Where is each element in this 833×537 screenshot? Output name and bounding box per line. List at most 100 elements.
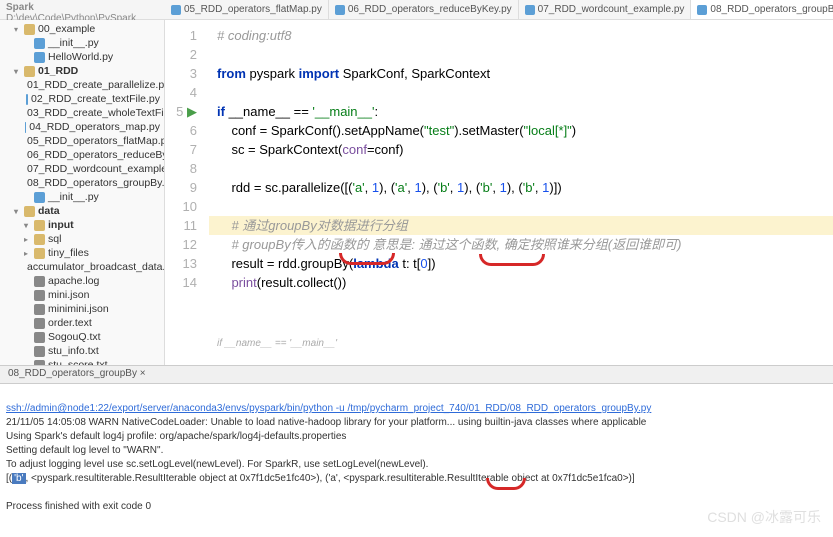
tab-08[interactable]: 08_RDD_operators_groupBy.py <box>691 0 833 19</box>
txt-icon <box>34 360 45 366</box>
tab-label: 08_RDD_operators_groupBy.py <box>710 4 833 15</box>
project-name: Spark <box>6 2 34 13</box>
tree-node[interactable]: stu_score.txt <box>0 358 164 365</box>
code-line: # coding:utf8 <box>217 28 291 43</box>
py-icon <box>26 94 28 105</box>
folder-icon <box>24 66 35 77</box>
tree-node[interactable]: SogouQ.txt <box>0 330 164 344</box>
tree-label: apache.log <box>48 275 99 287</box>
tree-node[interactable]: stu_info.txt <box>0 344 164 358</box>
python-icon <box>525 5 535 15</box>
tree-node[interactable]: ▸tiny_files <box>0 246 164 260</box>
tree-node[interactable]: 06_RDD_operators_reduceByKey.py <box>0 148 164 162</box>
tree-node[interactable]: __init__.py <box>0 190 164 204</box>
top-bar: Spark D:\dev\Code\Python\PySpark 05_RDD_… <box>0 0 833 20</box>
gutter: 12345 ▶67891011121314 <box>165 20 209 365</box>
tree-label: 06_RDD_operators_reduceByKey.py <box>27 149 165 161</box>
folder-icon <box>24 24 35 35</box>
tree-node[interactable]: 07_RDD_wordcount_example.py <box>0 162 164 176</box>
py-icon <box>34 38 45 49</box>
tree-label: 07_RDD_wordcount_example.py <box>27 163 165 175</box>
tree-node[interactable]: minimini.json <box>0 302 164 316</box>
code-area[interactable]: # coding:utf8 from pyspark import SparkC… <box>209 20 833 365</box>
terminal-link[interactable]: ssh://admin@node1:22/export/server/anaco… <box>6 403 651 414</box>
py-icon <box>34 52 45 63</box>
tree-label: mini.json <box>48 289 89 301</box>
tree-label: 01_RDD_create_parallelize.py <box>27 79 165 91</box>
tree-node[interactable]: __init__.py <box>0 36 164 50</box>
tree-label: tiny_files <box>48 247 89 259</box>
editor-tabs: 05_RDD_operators_flatMap.py 06_RDD_opera… <box>165 0 833 19</box>
tree-node[interactable]: apache.log <box>0 274 164 288</box>
code-editor[interactable]: 12345 ▶67891011121314 # coding:utf8 from… <box>165 20 833 365</box>
tree-label: 01_RDD <box>38 65 78 77</box>
red-underline-groupby <box>339 253 395 265</box>
tree-label: input <box>48 219 74 231</box>
tree-label: SogouQ.txt <box>48 331 101 343</box>
python-icon <box>335 5 345 15</box>
tree-node[interactable]: ▸sql <box>0 232 164 246</box>
txt-icon <box>34 304 45 315</box>
tree-node[interactable]: ▾input <box>0 218 164 232</box>
tree-label: stu_score.txt <box>48 359 108 365</box>
txt-icon <box>34 290 45 301</box>
tab-label: 05_RDD_operators_flatMap.py <box>184 4 322 15</box>
tab-05[interactable]: 05_RDD_operators_flatMap.py <box>165 0 329 19</box>
tab-07[interactable]: 07_RDD_wordcount_example.py <box>519 0 692 19</box>
tree-label: 00_example <box>38 23 95 35</box>
tree-label: 02_RDD_create_textFile.py <box>31 93 160 105</box>
tree-label: accumulator_broadcast_data.txt <box>27 261 165 273</box>
tree-node[interactable]: order.text <box>0 316 164 330</box>
py-icon <box>25 122 26 133</box>
tree-node[interactable]: HelloWorld.py <box>0 50 164 64</box>
tree-label: stu_info.txt <box>48 345 99 357</box>
red-underline-lambda <box>479 254 545 266</box>
txt-icon <box>34 332 45 343</box>
tree-node[interactable]: 08_RDD_operators_groupBy.py <box>0 176 164 190</box>
tree-node[interactable]: 04_RDD_operators_map.py <box>0 120 164 134</box>
tree-node[interactable]: mini.json <box>0 288 164 302</box>
run-icon[interactable]: ▶ <box>187 104 197 119</box>
tree-label: 04_RDD_operators_map.py <box>29 121 160 133</box>
tree-node[interactable]: 05_RDD_operators_flatMap.py <box>0 134 164 148</box>
selected-text: 'b' <box>12 473 25 484</box>
tree-label: 08_RDD_operators_groupBy.py <box>27 177 165 189</box>
project-label: Spark D:\dev\Code\Python\PySpark <box>0 0 165 19</box>
txt-icon <box>34 346 45 357</box>
tree-node[interactable]: 03_RDD_create_wholeTextFile.py <box>0 106 164 120</box>
terminal-output[interactable]: ssh://admin@node1:22/export/server/anaco… <box>0 383 833 518</box>
tab-06[interactable]: 06_RDD_operators_reduceByKey.py <box>329 0 519 19</box>
py-icon <box>34 192 45 203</box>
tree-label: sql <box>48 233 61 245</box>
tab-label: 07_RDD_wordcount_example.py <box>538 4 685 15</box>
folder-icon <box>34 248 45 259</box>
tree-node[interactable]: ▾data <box>0 204 164 218</box>
tree-label: __init__.py <box>48 37 99 49</box>
tree-label: 03_RDD_create_wholeTextFile.py <box>27 107 165 119</box>
tree-node[interactable]: 02_RDD_create_textFile.py <box>0 92 164 106</box>
tree-label: data <box>38 205 60 217</box>
python-icon <box>171 5 181 15</box>
tree-label: 05_RDD_operators_flatMap.py <box>27 135 165 147</box>
tree-node[interactable]: accumulator_broadcast_data.txt <box>0 260 164 274</box>
tab-label: 06_RDD_operators_reduceByKey.py <box>348 4 512 15</box>
folder-icon <box>34 220 45 231</box>
folder-icon <box>34 234 45 245</box>
tree-label: __init__.py <box>48 191 99 203</box>
tree-node[interactable]: 01_RDD_create_parallelize.py <box>0 78 164 92</box>
txt-icon <box>34 276 45 287</box>
run-tab[interactable]: 08_RDD_operators_groupBy × <box>0 365 833 383</box>
red-underline-output <box>486 478 526 490</box>
tree-node[interactable]: ▾00_example <box>0 22 164 36</box>
main-area: ▾00_example__init__.pyHelloWorld.py▾01_R… <box>0 20 833 365</box>
python-icon <box>697 5 707 15</box>
tree-label: HelloWorld.py <box>48 51 113 63</box>
tree-label: minimini.json <box>48 303 109 315</box>
tree-node[interactable]: ▾01_RDD <box>0 64 164 78</box>
watermark: CSDN @冰露可乐 <box>707 507 821 527</box>
tree-label: order.text <box>48 317 92 329</box>
folder-icon <box>24 206 35 217</box>
txt-icon <box>34 318 45 329</box>
project-tree[interactable]: ▾00_example__init__.pyHelloWorld.py▾01_R… <box>0 20 165 365</box>
breadcrumb: if __name__ == '__main__' <box>209 332 833 355</box>
